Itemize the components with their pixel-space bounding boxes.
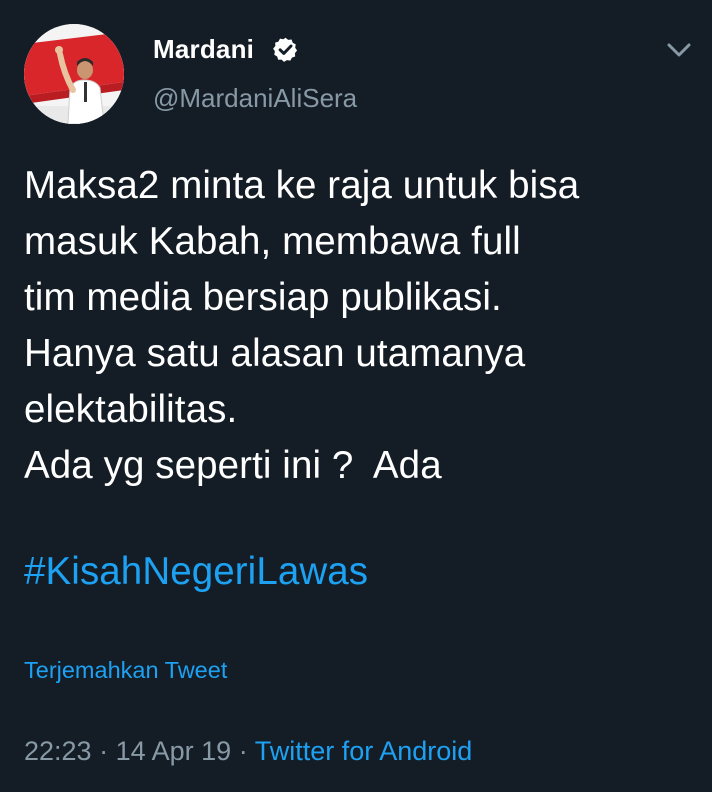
tweet-text-line: Ada yg seperti ini ? Ada <box>24 444 442 487</box>
tweet-card: Mardani @MardaniAliSera Maksa2 minta ke … <box>0 0 712 792</box>
display-name[interactable]: Mardani <box>153 34 254 64</box>
avatar[interactable] <box>24 24 124 124</box>
translate-tweet-link[interactable]: Terjemahkan Tweet <box>24 656 227 684</box>
tweet-source-link[interactable]: Twitter for Android <box>255 736 473 766</box>
username[interactable]: @MardaniAliSera <box>153 83 357 113</box>
chevron-down-icon[interactable] <box>664 37 694 63</box>
verified-badge-icon <box>273 37 298 62</box>
tweet-text-line: masuk Kabah, membawa full <box>24 220 521 263</box>
tweet-text-line: Hanya satu alasan utamanya <box>24 332 526 375</box>
tweet-meta: 22:23 · 14 Apr 19 · Twitter for Android <box>24 734 472 768</box>
hashtag-link[interactable]: #KisahNegeriLawas <box>24 544 368 600</box>
tweet-text-line: Maksa2 minta ke raja untuk bisa <box>24 164 580 207</box>
tweet-time[interactable]: 22:23 <box>24 736 92 766</box>
tweet-text-line: tim media bersiap publikasi. <box>24 276 502 319</box>
meta-separator: · <box>238 736 255 766</box>
tweet-date[interactable]: 14 Apr 19 <box>116 736 232 766</box>
avatar-photo <box>24 24 124 124</box>
tweet-text: Maksa2 minta ke raja untuk bisa masuk Ka… <box>24 158 694 494</box>
tweet-text-line: elektabilitas. <box>24 388 238 431</box>
meta-separator: · <box>99 736 116 766</box>
